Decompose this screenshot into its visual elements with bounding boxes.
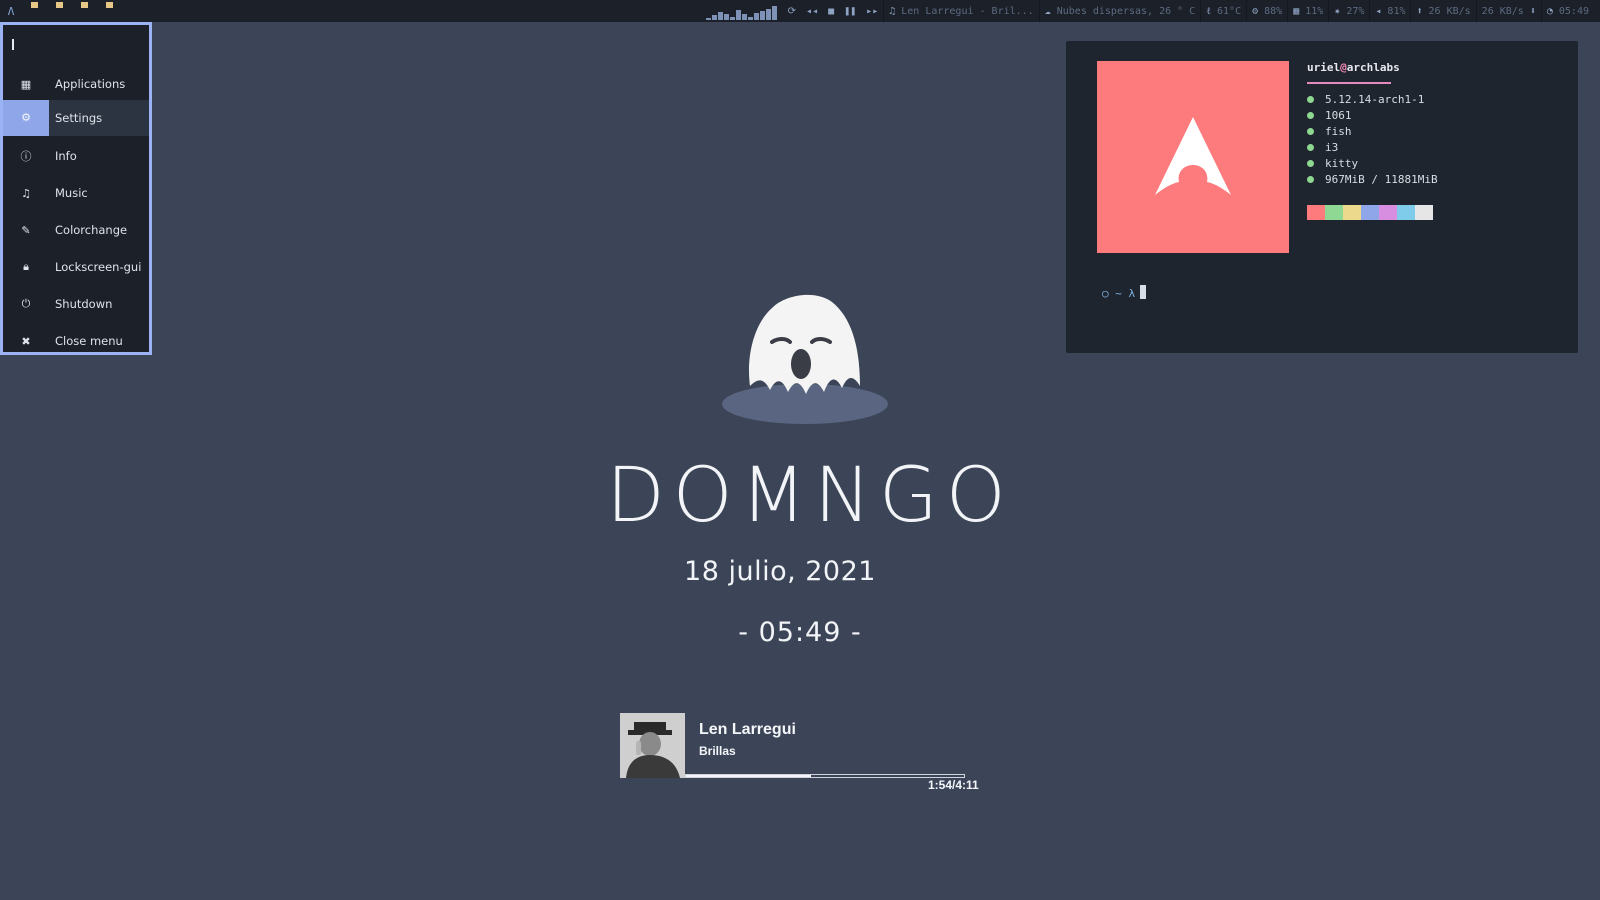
day-title: DOMNGO — [606, 450, 1014, 539]
next-icon[interactable]: ▸▸ — [861, 6, 883, 17]
date-text: 18 julio, 2021 — [684, 556, 876, 587]
menu-item-lockscreen[interactable]: 🔒︎ Lockscreen-gui — [3, 249, 149, 285]
visualizer-bar — [747, 17, 753, 20]
arch-logo-icon — [1155, 117, 1231, 195]
arrow-up-icon: ⬆ — [1416, 5, 1423, 17]
visualizer-bar — [717, 12, 723, 20]
fetch-kernel: 5.12.14-arch1-1 — [1307, 93, 1424, 106]
grid-icon: ▦ — [20, 77, 32, 91]
music-progress-fill — [686, 775, 812, 777]
music-progress-time: 1:54/4:11 — [928, 778, 979, 792]
clock-icon: ◔ — [1546, 5, 1553, 17]
fetch-user-host: uriel@archlabs — [1307, 61, 1400, 74]
cpu-module: ⚙ 88% — [1252, 5, 1283, 17]
menu-item-applications[interactable]: ▦ Applications — [3, 66, 149, 102]
top-bar: Λ ⟳ ◂◂ ■ ❚❚ ▸▸ ♫ Len Larregui - Bril... … — [0, 0, 1600, 22]
clock-module: ◔ 05:49 — [1546, 5, 1589, 17]
fetch-memory: 967MiB / 11881MiB — [1307, 173, 1438, 186]
close-icon: ✖ — [21, 334, 31, 348]
shell-prompt[interactable]: ○ ~ λ — [1102, 285, 1147, 300]
memory-module: ▦ 11% — [1293, 5, 1324, 17]
cursor — [1140, 285, 1147, 299]
visualizer-bar — [741, 14, 747, 20]
fetch-underline — [1307, 82, 1391, 84]
brightness-module[interactable]: ✷ 27% — [1329, 0, 1369, 22]
stop-icon[interactable]: ■ — [823, 6, 839, 17]
fetch-terminal: kitty — [1307, 157, 1358, 170]
now-playing-module[interactable]: ♫ Len Larregui - Bril... — [884, 0, 1038, 22]
cpu-icon: ⚙ — [1252, 5, 1259, 17]
visualizer-bar — [765, 9, 771, 20]
memory-icon: ▦ — [1293, 5, 1300, 17]
ghost-icon — [722, 294, 888, 424]
visualizer-bar — [711, 15, 717, 20]
visualizer-bar — [729, 17, 735, 20]
speaker-icon: ◂ — [1375, 5, 1382, 17]
weather-module: ☁ Nubes dispersas, 26 ° C — [1044, 5, 1196, 17]
download-module: 26 KB/s ⬇ — [1481, 5, 1536, 17]
visualizer-bar — [735, 10, 741, 20]
menu-search-input[interactable] — [3, 25, 149, 63]
album-art — [620, 713, 685, 778]
music-artist: Len Larregui — [699, 721, 796, 738]
visualizer-bar — [705, 18, 711, 20]
temperature-module: ℓ 61°C — [1206, 5, 1242, 17]
palette-swatch — [1361, 205, 1379, 220]
music-progress-bar[interactable] — [685, 774, 965, 778]
music-note-icon: ♫ — [889, 5, 896, 17]
menu-item-close[interactable]: ✖ Close menu — [3, 323, 149, 359]
paint-icon: ✎ — [21, 223, 31, 237]
workspace-indicator[interactable] — [56, 2, 63, 8]
menu-item-settings[interactable]: ⚙ Settings — [3, 100, 149, 136]
terminal-window[interactable]: uriel@archlabs 5.12.14-arch1-1 1061 fish… — [1066, 41, 1578, 353]
time-text: - 05:49 - — [738, 617, 862, 648]
workspace-indicator[interactable] — [81, 2, 88, 8]
upload-module: ⬆ 26 KB/s — [1416, 5, 1471, 17]
repeat-icon[interactable]: ⟳ — [783, 6, 801, 17]
visualizer-bar — [759, 11, 765, 20]
fetch-wm: i3 — [1307, 141, 1338, 154]
lock-icon: 🔒︎ — [23, 260, 29, 273]
visualizer-bar — [723, 14, 729, 20]
audio-visualizer — [701, 2, 783, 20]
palette-swatch — [1343, 205, 1361, 220]
fetch-shell: fish — [1307, 125, 1352, 138]
thermometer-icon: ℓ — [1206, 5, 1212, 17]
palette-swatch — [1307, 205, 1325, 220]
menu-item-music[interactable]: ♫ Music — [3, 175, 149, 211]
palette-swatch — [1379, 205, 1397, 220]
volume-module[interactable]: ◂ 81% — [1370, 0, 1410, 22]
color-palette — [1307, 205, 1433, 220]
workspace-indicator[interactable] — [31, 2, 38, 8]
arrow-down-icon: ⬇ — [1529, 5, 1536, 17]
pause-icon[interactable]: ❚❚ — [839, 6, 861, 17]
power-icon: ⏻ — [21, 297, 31, 310]
previous-icon[interactable]: ◂◂ — [801, 6, 823, 17]
visualizer-bar — [771, 6, 777, 20]
arch-logo-image — [1097, 61, 1289, 253]
music-song: Brillas — [699, 744, 736, 758]
cloud-icon: ☁ — [1044, 5, 1051, 17]
menu-item-info[interactable]: ⓘ Info — [3, 138, 149, 174]
brightness-icon: ✷ — [1334, 5, 1341, 17]
arch-logo-icon[interactable]: Λ — [0, 5, 22, 18]
launcher-menu: ▦ Applications ⚙ Settings ⓘ Info ♫ Music… — [0, 22, 152, 355]
info-icon: ⓘ — [20, 150, 32, 163]
menu-item-shutdown[interactable]: ⏻ Shutdown — [3, 286, 149, 322]
palette-swatch — [1325, 205, 1343, 220]
menu-item-colorchange[interactable]: ✎ Colorchange — [3, 212, 149, 248]
fetch-packages: 1061 — [1307, 109, 1352, 122]
palette-swatch — [1415, 205, 1433, 220]
music-note-icon: ♫ — [21, 186, 31, 200]
gear-icon: ⚙ — [3, 100, 49, 136]
visualizer-bar — [753, 13, 759, 20]
palette-swatch — [1397, 205, 1415, 220]
workspace-indicator[interactable] — [106, 2, 113, 8]
